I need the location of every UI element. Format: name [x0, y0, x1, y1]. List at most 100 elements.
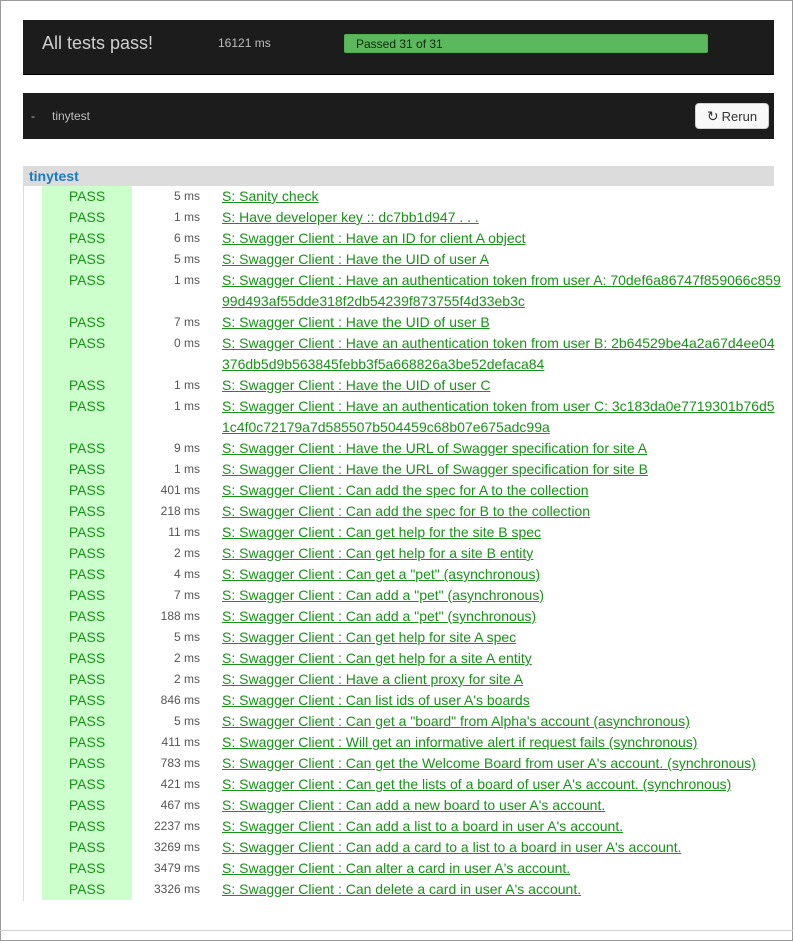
test-status: PASS: [42, 837, 132, 858]
test-name-link[interactable]: S: Swagger Client : Can add a card to a …: [222, 837, 782, 858]
test-row: PASS 783 ms S: Swagger Client : Can get th…: [42, 753, 782, 774]
test-status: PASS: [42, 564, 132, 585]
rerun-button[interactable]: ↻ Rerun: [695, 103, 769, 129]
test-row: PASS 846 ms S: Swagger Client : Can list i…: [42, 690, 782, 711]
test-duration: 401 ms: [160, 483, 200, 497]
test-duration: 7 ms: [173, 588, 200, 602]
test-name-link[interactable]: S: Swagger Client : Can add a list to a …: [222, 816, 782, 837]
test-duration: 2 ms: [173, 651, 200, 665]
test-status: PASS: [42, 669, 132, 690]
test-name-link[interactable]: S: Swagger Client : Can get a "board" fr…: [222, 711, 782, 732]
test-row: PASS 5 ms S: Swagger Client : Can get a "b…: [42, 711, 782, 732]
test-row: PASS 11 ms S: Swagger Client : Can get hel…: [42, 522, 782, 543]
test-row: PASS 9 ms S: Swagger Client : Have the URL…: [42, 438, 782, 459]
test-name-link[interactable]: S: Swagger Client : Can get a "pet" (asy…: [222, 564, 782, 585]
test-status: PASS: [42, 333, 132, 375]
test-status: PASS: [42, 795, 132, 816]
test-name-link[interactable]: S: Swagger Client : Can get help for a s…: [222, 648, 782, 669]
test-status: PASS: [42, 207, 132, 228]
test-duration: 3479 ms: [153, 861, 200, 875]
test-status: PASS: [42, 501, 132, 522]
test-status: PASS: [42, 627, 132, 648]
test-duration: 3269 ms: [153, 840, 200, 854]
test-status: PASS: [42, 543, 132, 564]
test-duration: 7 ms: [173, 315, 200, 329]
test-status: PASS: [42, 375, 132, 396]
test-status: PASS: [42, 459, 132, 480]
test-duration: 5 ms: [173, 630, 200, 644]
test-name-link[interactable]: S: Have developer key :: dc7bb1d947 . . …: [222, 207, 782, 228]
test-duration: 846 ms: [160, 693, 200, 707]
test-duration: 5 ms: [173, 714, 200, 728]
test-duration: 188 ms: [160, 609, 200, 623]
test-name-link[interactable]: S: Swagger Client : Can add the spec for…: [222, 480, 782, 501]
test-status: PASS: [42, 858, 132, 879]
suite-name-link[interactable]: tinytest: [29, 168, 79, 184]
test-name-link[interactable]: S: Swagger Client : Can get the lists of…: [222, 774, 782, 795]
test-row: PASS 7 ms S: Swagger Client : Have the UID…: [42, 312, 782, 333]
test-status: PASS: [42, 186, 132, 207]
test-status: PASS: [42, 522, 132, 543]
test-status: PASS: [42, 690, 132, 711]
suite-indent-line: [23, 186, 24, 901]
test-name-link[interactable]: S: Swagger Client : Have a client proxy …: [222, 669, 782, 690]
test-name-link[interactable]: S: Sanity check: [222, 186, 782, 207]
test-name-link[interactable]: S: Swagger Client : Can get help for a s…: [222, 543, 782, 564]
test-name-link[interactable]: S: Swagger Client : Have an authenticati…: [222, 333, 782, 375]
test-name-link[interactable]: S: Swagger Client : Have an authenticati…: [222, 270, 782, 312]
test-list: PASS 5 ms S: Sanity check PASS 1 ms S: Have d…: [42, 186, 782, 900]
test-status: PASS: [42, 606, 132, 627]
test-status: PASS: [42, 774, 132, 795]
test-row: PASS 0 ms S: Swagger Client : Have an auth…: [42, 333, 782, 375]
test-row: PASS 421 ms S: Swagger Client : Can get th…: [42, 774, 782, 795]
breadcrumb[interactable]: tinytest: [52, 109, 90, 123]
test-duration: 1 ms: [173, 378, 200, 392]
test-name-link[interactable]: S: Swagger Client : Have the URL of Swag…: [222, 438, 782, 459]
test-name-link[interactable]: S: Swagger Client : Will get an informat…: [222, 732, 782, 753]
test-duration: 421 ms: [160, 777, 200, 791]
test-name-link[interactable]: S: Swagger Client : Can list ids of user…: [222, 690, 782, 711]
test-row: PASS 2 ms S: Swagger Client : Can get help…: [42, 648, 782, 669]
test-row: PASS 5 ms S: Swagger Client : Have the UID…: [42, 249, 782, 270]
test-duration: 783 ms: [160, 756, 200, 770]
progress-bar: Passed 31 of 31: [344, 34, 708, 53]
test-row: PASS 5 ms S: Swagger Client : Can get help…: [42, 627, 782, 648]
test-row: PASS 1 ms S: Swagger Client : Have an auth…: [42, 270, 782, 312]
test-status: PASS: [42, 711, 132, 732]
test-name-link[interactable]: S: Swagger Client : Can alter a card in …: [222, 858, 782, 879]
result-title: All tests pass!: [42, 33, 154, 53]
test-duration: 6 ms: [173, 231, 200, 245]
test-name-link[interactable]: S: Swagger Client : Can add a "pet" (asy…: [222, 585, 782, 606]
test-name-link[interactable]: S: Swagger Client : Can add a new board …: [222, 795, 782, 816]
test-name-link[interactable]: S: Swagger Client : Have the URL of Swag…: [222, 459, 782, 480]
collapse-dash[interactable]: -: [31, 109, 35, 123]
test-name-link[interactable]: S: Swagger Client : Can delete a card in…: [222, 879, 782, 900]
test-name-link[interactable]: S: Swagger Client : Can get the Welcome …: [222, 753, 782, 774]
test-duration: 9 ms: [173, 441, 200, 455]
test-name-link[interactable]: S: Swagger Client : Have an authenticati…: [222, 396, 782, 438]
test-status: PASS: [42, 732, 132, 753]
test-duration: 2 ms: [173, 672, 200, 686]
test-status: PASS: [42, 270, 132, 312]
test-row: PASS 6 ms S: Swagger Client : Have an ID f…: [42, 228, 782, 249]
test-row: PASS 1 ms S: Swagger Client : Have the URL…: [42, 459, 782, 480]
test-name-link[interactable]: S: Swagger Client : Have an ID for clien…: [222, 228, 782, 249]
test-status: PASS: [42, 816, 132, 837]
test-name-link[interactable]: S: Swagger Client : Can add the spec for…: [222, 501, 782, 522]
test-name-link[interactable]: S: Swagger Client : Have the UID of user…: [222, 312, 782, 333]
test-name-link[interactable]: S: Swagger Client : Have the UID of user…: [222, 249, 782, 270]
test-duration: 4 ms: [173, 567, 200, 581]
test-status: PASS: [42, 228, 132, 249]
test-duration: 5 ms: [173, 252, 200, 266]
test-name-link[interactable]: S: Swagger Client : Can add a "pet" (syn…: [222, 606, 782, 627]
test-duration: 0 ms: [173, 336, 200, 350]
test-name-link[interactable]: S: Swagger Client : Can get help for the…: [222, 522, 782, 543]
test-name-link[interactable]: S: Swagger Client : Have the UID of user…: [222, 375, 782, 396]
divider: [0, 930, 793, 931]
test-status: PASS: [42, 480, 132, 501]
test-name-link[interactable]: S: Swagger Client : Can get help for sit…: [222, 627, 782, 648]
test-row: PASS 2 ms S: Swagger Client : Have a clien…: [42, 669, 782, 690]
test-status: PASS: [42, 438, 132, 459]
test-duration: 1 ms: [173, 462, 200, 476]
test-status: PASS: [42, 396, 132, 438]
